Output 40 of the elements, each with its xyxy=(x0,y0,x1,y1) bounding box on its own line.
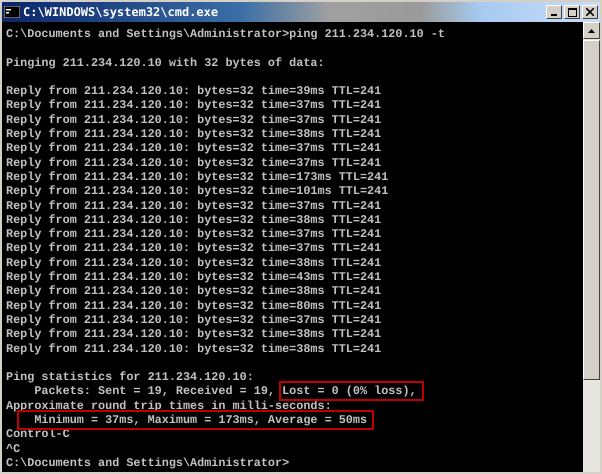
console-line: Reply from 211.234.120.10: bytes=32 time=173ms TTL=241 xyxy=(6,170,388,184)
console-line: Reply from 211.234.120.10: bytes=32 time=38ms TTL=241 xyxy=(6,212,382,227)
console-line: C:\Documents and Settings\Administrator>ping 211.234.120.10 -t xyxy=(6,27,445,41)
console-icon xyxy=(4,6,20,18)
console-line: Reply from 211.234.120.10: bytes=32 time=38ms TTL=241 xyxy=(6,127,382,142)
console-line: Reply from 211.234.120.10: bytes=32 time=37ms TTL=241 xyxy=(6,241,382,256)
console-line: Reply from 211.234.120.10: bytes=32 time=38ms TTL=241 xyxy=(6,327,382,342)
scrollbar[interactable] xyxy=(583,22,600,472)
console-line: Approximate round trip times in milli-seconds: xyxy=(6,398,332,413)
console-line: Reply from 211.234.120.10: bytes=32 time=37ms TTL=241 xyxy=(6,98,382,112)
console-line: Reply from 211.234.120.10: bytes=32 time=38ms TTL=241 xyxy=(6,284,382,298)
maximize-button[interactable] xyxy=(564,5,580,19)
scroll-thumb[interactable] xyxy=(583,40,600,380)
minimize-button[interactable] xyxy=(546,5,562,19)
console-line: Reply from 211.234.120.10: bytes=32 time=38ms TTL=241 xyxy=(6,342,382,356)
highlighted-text: Minimum = 37ms, Maximum = 173ms, Average = 50ms xyxy=(20,413,372,428)
console-line: Control-C xyxy=(6,427,70,442)
console-line: Pinging 211.234.120.10 with 32 bytes of data: xyxy=(6,56,325,70)
console-line: Reply from 211.234.120.10: bytes=32 time=37ms TTL=241 xyxy=(6,141,382,156)
console-line: Reply from 211.234.120.10: bytes=32 time=38ms TTL=241 xyxy=(6,256,382,270)
console-line: Reply from 211.234.120.10: bytes=32 time=39ms TTL=241 xyxy=(6,84,382,98)
console-line: Reply from 211.234.120.10: bytes=32 time=37ms TTL=241 xyxy=(6,312,382,327)
console-line: Reply from 211.234.120.10: bytes=32 time=101ms TTL=241 xyxy=(6,184,388,198)
scroll-up-button[interactable] xyxy=(583,22,600,39)
console-text: Packets: Sent = 19, Received = 19, xyxy=(33,384,276,398)
console-line: Reply from 211.234.120.10: bytes=32 time=37ms TTL=241 xyxy=(6,156,382,170)
console-line: Reply from 211.234.120.10: bytes=32 time=37ms TTL=241 xyxy=(6,112,382,127)
console-line: Reply from 211.234.120.10: bytes=32 time=80ms TTL=241 xyxy=(6,298,382,313)
close-button[interactable] xyxy=(582,5,598,19)
console-line: Ping statistics for 211.234.120.10: xyxy=(6,370,254,384)
highlighted-text: Lost = 0 (0% loss), xyxy=(282,384,421,398)
window-title: C:\WINDOWS\system32\cmd.exe xyxy=(23,5,220,19)
close-icon xyxy=(586,8,594,16)
console-line: Reply from 211.234.120.10: bytes=32 time=37ms TTL=241 xyxy=(6,227,382,242)
console-line: ^C xyxy=(6,442,20,456)
maximize-icon xyxy=(568,8,576,16)
console-line: Reply from 211.234.120.10: bytes=32 time=43ms TTL=241 xyxy=(6,270,382,284)
console-line: Reply from 211.234.120.10: bytes=32 time=37ms TTL=241 xyxy=(6,198,382,213)
console-line: C:\Documents and Settings\Administrator> xyxy=(6,456,290,470)
up-arrow-icon xyxy=(588,28,595,32)
